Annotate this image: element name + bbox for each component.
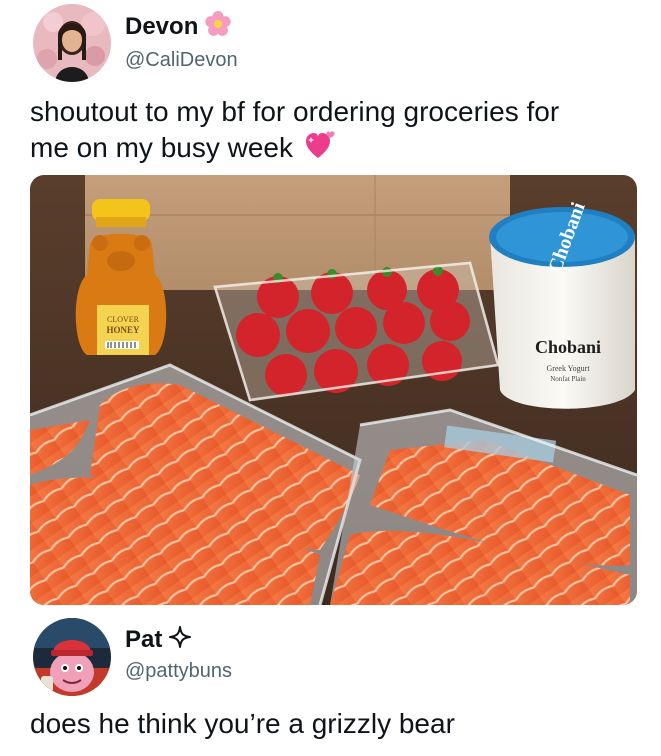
groceries-photo: CLOVER HONEY Chobani Chobani Greek Yogur… [30,175,637,605]
post-text: shoutout to my bf for ordering groceries… [30,94,590,170]
author-display-name[interactable]: Devon [125,13,198,41]
flower-emoji-icon [204,10,232,43]
post-header: Devon @CaliDevon [33,4,238,82]
honey-label-bottom: HONEY [106,325,140,335]
post-media-image[interactable]: CLOVER HONEY Chobani Chobani Greek Yogur… [30,175,637,605]
yogurt-sub2: Nonfat Plain [550,375,586,383]
yogurt-brand: Chobani [535,337,601,357]
reply-header: Pat @pattybuns [33,618,232,696]
avatar-image [33,4,111,82]
reply-text: does he think you’re a grizzly bear [30,708,455,739]
reply-avatar-image [33,618,111,696]
author-handle[interactable]: @CaliDevon [125,49,238,72]
reply-author-display-name[interactable]: Pat [125,626,162,654]
avatar[interactable] [33,4,111,82]
sparkle-icon [168,625,192,654]
reply-avatar[interactable] [33,618,111,696]
honey-label-top: CLOVER [107,315,140,324]
yogurt-tub: Chobani Chobani Greek Yogurt Nonfat Plai… [489,199,635,409]
post-text-content: shoutout to my bf for ordering groceries… [30,96,560,163]
sparkling-heart-icon [305,131,337,170]
reply-author-handle[interactable]: @pattybuns [125,660,232,683]
yogurt-sub: Greek Yogurt [546,364,590,373]
